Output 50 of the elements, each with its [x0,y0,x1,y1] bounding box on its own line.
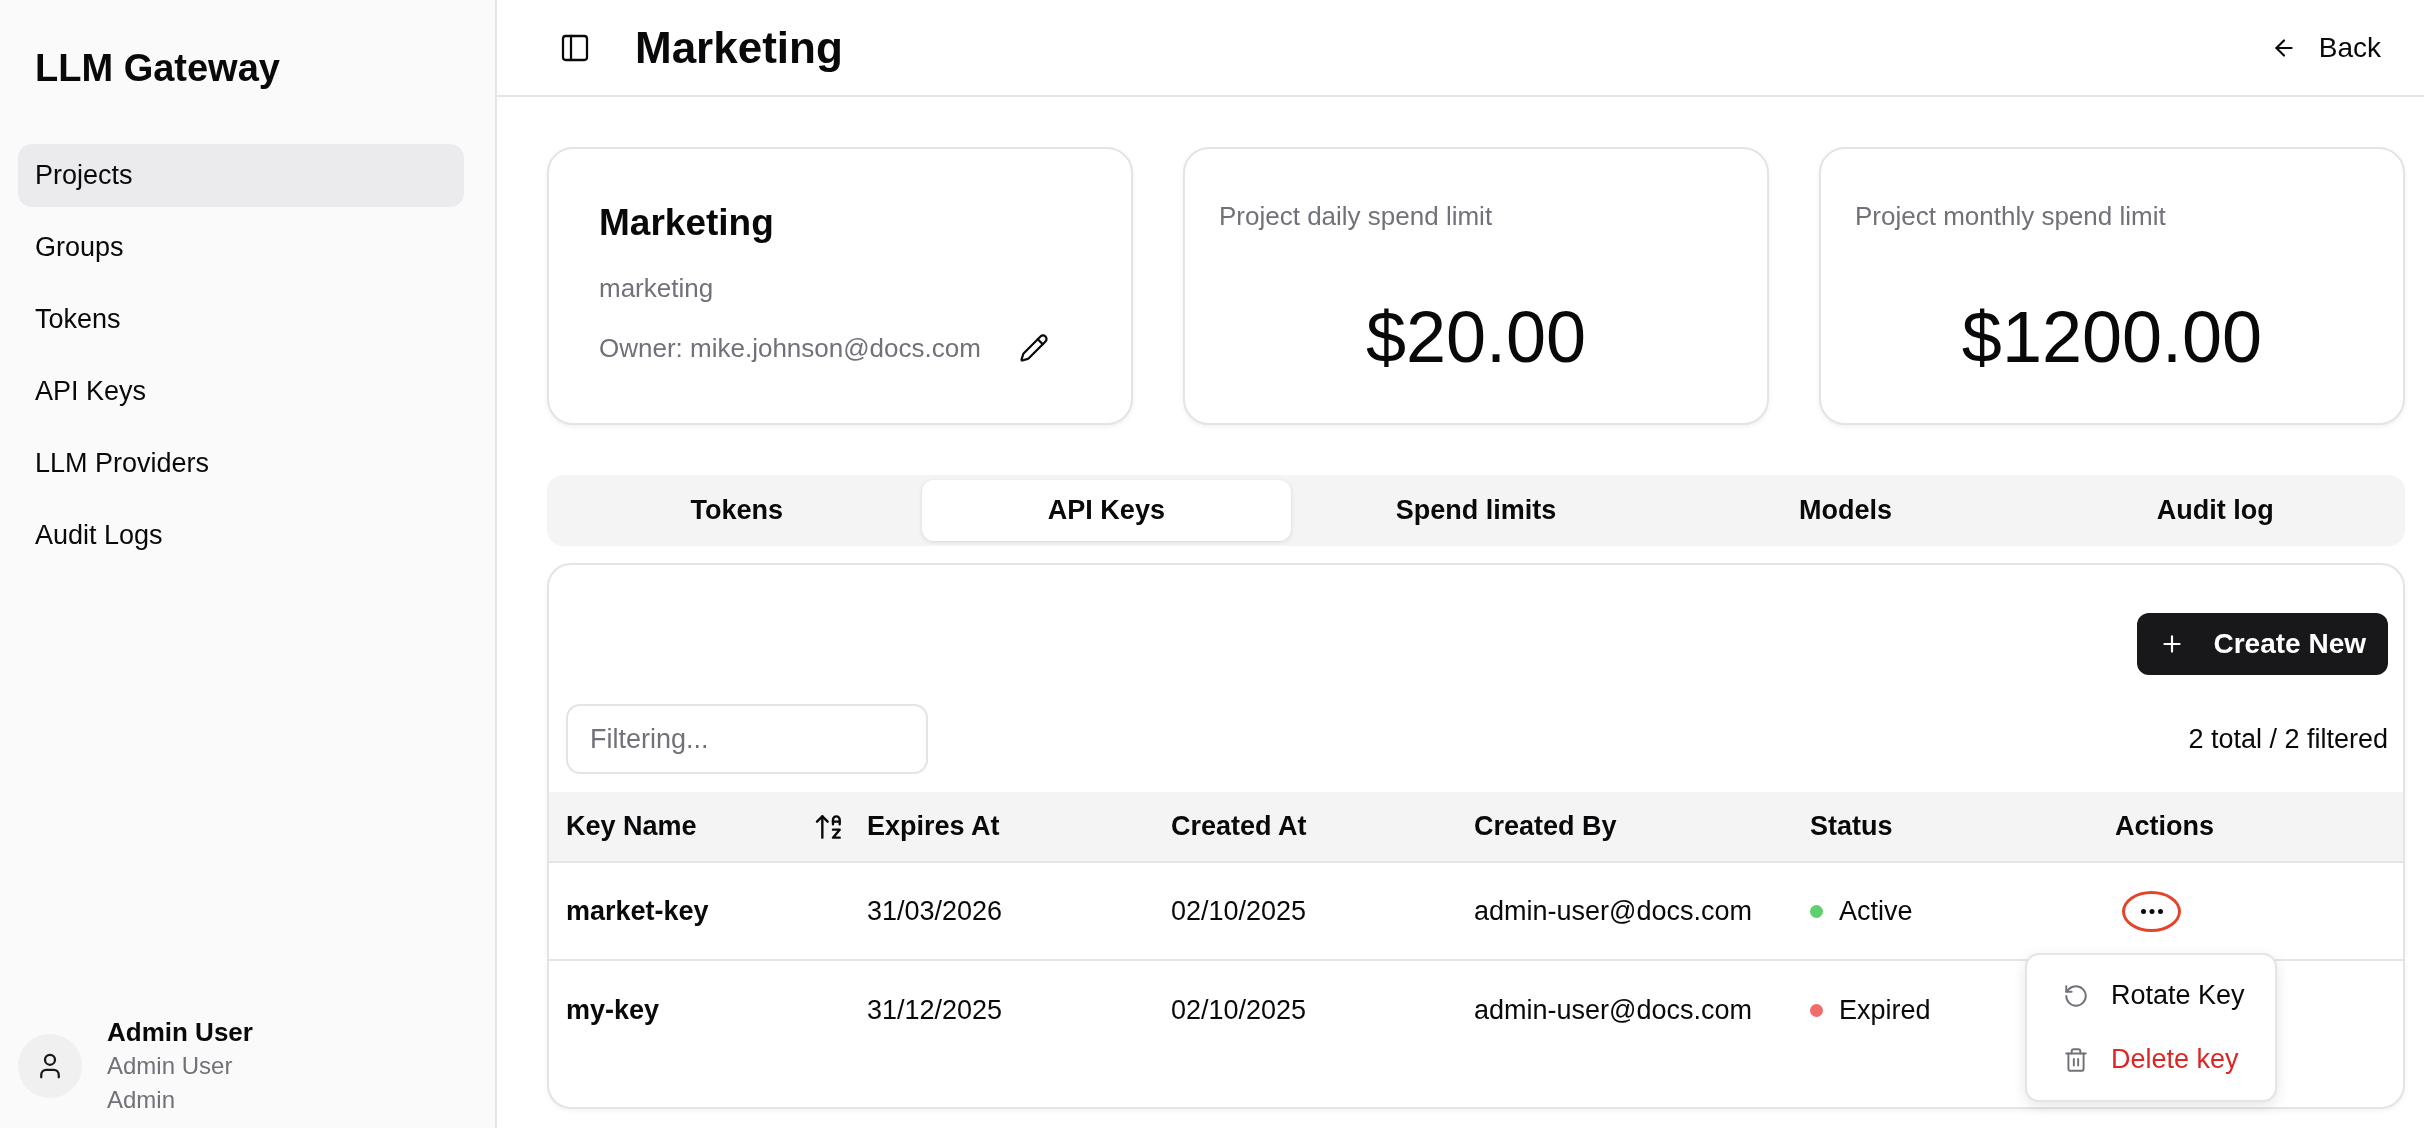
table-cell: 02/10/2025 [1171,994,1307,1026]
sidebar-item[interactable]: LLM Providers [18,432,464,495]
column-header: Status [1810,811,1893,842]
back-button[interactable]: Back [2270,31,2381,64]
limit-label: Project daily spend limit [1219,201,1493,231]
status-label: Expired [1839,994,1931,1026]
column-header: Actions [2115,811,2214,842]
ellipsis-icon [2140,908,2163,914]
user-display-name: Admin User [107,1051,233,1081]
user-role: Admin [107,1085,176,1115]
brand-title: LLM Gateway [34,46,280,90]
sidebar-item[interactable]: API Keys [18,360,464,423]
tab[interactable]: Models [1660,480,2031,541]
sidebar-item[interactable]: Projects [18,144,464,207]
column-header: Created At [1171,811,1307,842]
table-cell: admin-user@docs.com [1474,895,1752,927]
table-cell: 31/03/2026 [867,895,1003,927]
pencil-icon[interactable] [1018,333,1049,363]
table-cell: market-key [566,895,709,927]
filter-input[interactable]: Filtering... [566,704,928,774]
menu-item[interactable]: Rotate Key [2035,963,2267,1028]
limit-label: Project monthly spend limit [1855,201,2166,231]
limit-value: $1200.00 [1961,297,2263,377]
tab[interactable]: API Keys [921,480,1292,541]
table-cell: 02/10/2025 [1171,895,1307,927]
project-owner: Owner: mike.johnson@docs.com [599,333,981,363]
limit-value: $20.00 [1365,297,1587,377]
project-name: Marketing [599,201,774,245]
result-count: 2 total / 2 filtered [2188,723,2388,755]
table-cell: my-key [566,994,660,1026]
create-new-button[interactable]: Create New [2137,613,2388,675]
tab[interactable]: Tokens [552,480,922,541]
menu-item[interactable]: Delete key [2035,1027,2267,1092]
column-header: Key Name [566,811,697,842]
user-name: Admin User [107,1016,253,1049]
sidebar-item[interactable]: Groups [18,216,464,279]
table-cell: 31/12/2025 [867,994,1003,1026]
table-cell: admin-user@docs.com [1474,994,1752,1026]
column-header: Expires At [867,811,1000,842]
project-slug: marketing [599,273,714,303]
sidebar-item[interactable]: Audit Logs [18,504,464,567]
page-title: Marketing [635,22,843,73]
column-header: Created By [1474,811,1617,842]
status-label: Active [1839,895,1913,927]
tab[interactable]: Spend limits [1291,480,1661,541]
more-actions-button[interactable] [2122,890,2181,932]
rotate-icon [2063,982,2089,1009]
tab[interactable]: Audit log [2030,480,2400,541]
sidebar-item[interactable]: Tokens [18,288,464,351]
trash-icon [2063,1046,2089,1073]
